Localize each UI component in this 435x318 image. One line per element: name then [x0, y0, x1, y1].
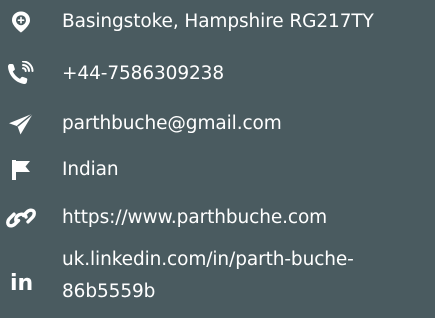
contact-row-website[interactable]: https://www.parthbuche.com	[0, 202, 435, 234]
flag-icon	[2, 154, 40, 186]
contact-list: Basingstoke, Hampshire RG217TY +44-75863…	[0, 0, 435, 318]
email-text[interactable]: parthbuche@gmail.com	[62, 108, 282, 140]
address-text: Basingstoke, Hampshire RG217TY	[62, 11, 374, 32]
contact-row-email[interactable]: parthbuche@gmail.com	[0, 108, 435, 140]
link-icon	[2, 202, 40, 234]
linkedin-link-line-2[interactable]: 86b5559b	[62, 276, 155, 308]
linkedin-icon: in	[2, 266, 40, 298]
nationality-text: Indian	[62, 159, 119, 180]
linkedin-link-line-1[interactable]: uk.linkedin.com/in/parth-buche-	[62, 244, 354, 276]
contact-row-nationality: Indian	[0, 154, 435, 186]
contact-row-address: Basingstoke, Hampshire RG217TY	[0, 6, 435, 38]
location-pin-icon	[2, 6, 40, 38]
phone-call-icon	[2, 58, 40, 90]
phone-text[interactable]: +44-7586309238	[62, 58, 224, 90]
svg-text:in: in	[10, 271, 33, 296]
paper-plane-icon	[2, 108, 40, 140]
website-link[interactable]: https://www.parthbuche.com	[62, 202, 327, 234]
contact-row-linkedin[interactable]: in uk.linkedin.com/in/parth-buche- 86b55…	[0, 249, 435, 314]
contact-row-phone[interactable]: +44-7586309238	[0, 58, 435, 90]
